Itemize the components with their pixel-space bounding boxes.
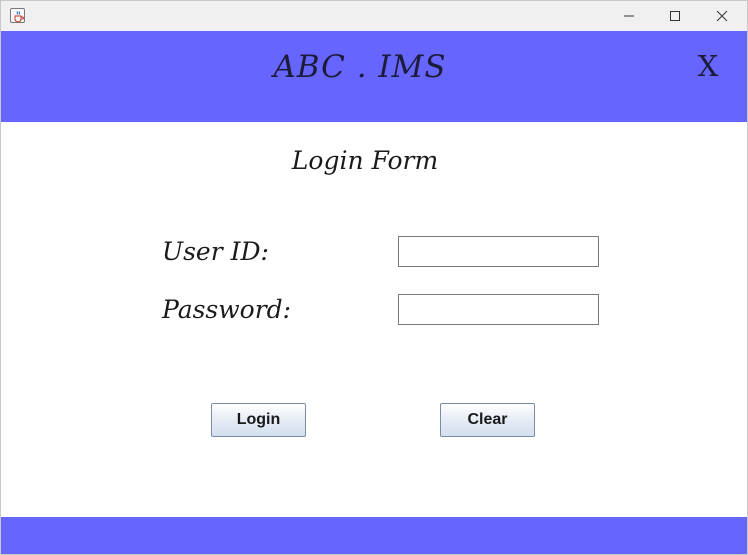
form-title: Login Form — [291, 146, 439, 175]
close-icon[interactable] — [699, 1, 745, 31]
password-label: Password: — [162, 295, 292, 324]
minimize-icon[interactable] — [606, 1, 652, 31]
clear-button[interactable]: Clear — [440, 403, 535, 437]
footer-banner — [1, 517, 747, 554]
java-cup-icon[interactable] — [10, 8, 25, 23]
title-bar[interactable] — [1, 1, 747, 31]
app-title: ABC . IMS — [273, 49, 447, 85]
app-window: ABC . IMS X Login Form User ID: Password… — [0, 0, 748, 555]
header-banner: ABC . IMS X — [1, 31, 747, 122]
userid-field[interactable] — [398, 236, 599, 267]
password-field[interactable] — [398, 294, 599, 325]
userid-label: User ID: — [162, 237, 269, 266]
maximize-icon[interactable] — [652, 1, 698, 31]
login-button[interactable]: Login — [211, 403, 306, 437]
header-close-button[interactable]: X — [696, 49, 720, 83]
